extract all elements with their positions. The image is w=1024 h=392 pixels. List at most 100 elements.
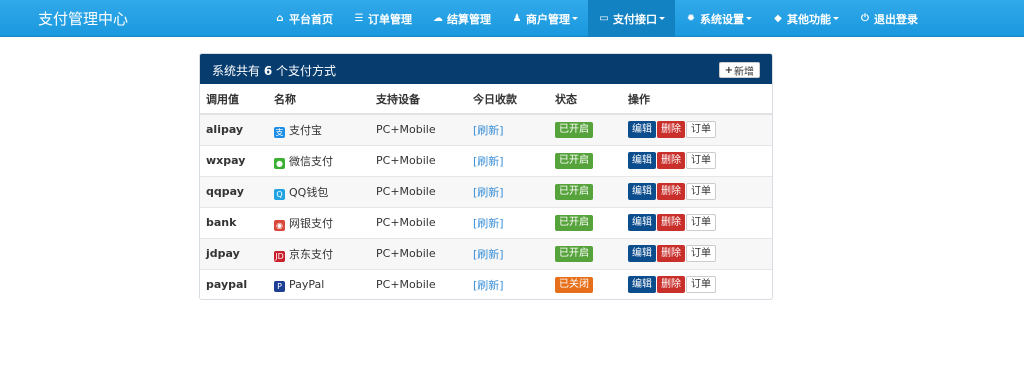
delete-button[interactable]: 删除 [657,121,685,139]
orders-button[interactable]: 订单 [686,276,716,294]
cloud-icon: ☁ [433,13,443,24]
status-cell: 已开启 [549,237,622,269]
actions-cell: 编辑 删除 订单 [622,268,772,299]
method-code: qqpay [200,175,268,207]
delete-button[interactable]: 删除 [657,245,685,262]
nav-item-5[interactable]: ✹ 系统设置 [675,0,762,37]
refresh-income-link[interactable]: [刷新] [473,124,504,137]
edit-button[interactable]: 编辑 [628,276,656,294]
nav-item-4[interactable]: ▭ 支付接口 [588,0,675,37]
edit-button[interactable]: 编辑 [628,152,656,169]
method-name: 支付宝 [289,123,322,137]
delete-button[interactable]: 删除 [657,152,685,169]
status-badge[interactable]: 已开启 [555,245,593,262]
panel-header: 系统共有 6 个支付方式 + 新增 [200,54,772,84]
method-name-cell: 支支付宝 [268,113,370,145]
add-payment-method-button[interactable]: + 新增 [718,62,760,78]
status-badge[interactable]: 已开启 [555,152,593,169]
gear-icon: ✹ [686,13,696,24]
method-name-cell: ● 微信支付 [268,144,370,176]
supported-devices: PC+Mobile [370,113,467,145]
status-cell: 已开启 [549,206,622,238]
main-nav: ⌂ 平台首页 ☰ 订单管理 ☁ 结算管理 ♟ 商户管理 ▭ 支付接口 ✹ 系统设置 ◆ 其他功能 ⏻ 退出登录 [264,0,928,37]
edit-button[interactable]: 编辑 [628,245,656,262]
edit-button[interactable]: 编辑 [628,214,656,231]
orders-button[interactable]: 订单 [686,245,716,262]
status-cell: 已开启 [549,144,622,176]
method-name-cell: ◉ 网银支付 [268,206,370,238]
column-header-code: 调用值 [200,84,268,115]
status-badge[interactable]: 已开启 [555,183,593,200]
app-title[interactable]: 支付管理中心 [38,8,128,29]
refresh-income-link[interactable]: [刷新] [473,248,504,261]
table-row: bank ◉ 网银支付 PC+Mobile [刷新] 已开启 编辑 删除 订单 [200,206,772,238]
refresh-income-link[interactable]: [刷新] [473,279,504,292]
nav-item-6[interactable]: ◆ 其他功能 [762,0,849,37]
caret-down-icon [833,17,839,20]
power-icon: ⏻ [861,13,869,24]
orders-button[interactable]: 订单 [686,121,716,139]
edit-button[interactable]: 编辑 [628,183,656,200]
refresh-income-link[interactable]: [刷新] [473,217,504,230]
income-cell: [刷新] [467,113,549,145]
supported-devices: PC+Mobile [370,175,467,207]
supported-devices: PC+Mobile [370,237,467,269]
alipay-icon: 支 [274,126,285,138]
actions-cell: 编辑 删除 订单 [622,237,772,269]
status-cell: 已关闭 [549,268,622,299]
supported-devices: PC+Mobile [370,206,467,238]
method-code: jdpay [200,237,268,269]
table-row: paypal P PayPal PC+Mobile [刷新] 已关闭 编辑 删除 订单 [200,268,772,299]
income-cell: [刷新] [467,206,549,238]
delete-button[interactable]: 删除 [657,183,685,200]
nav-item-label: 订单管理 [368,12,412,26]
supported-devices: PC+Mobile [370,144,467,176]
column-header-status: 状态 [549,84,622,115]
table-row: alipay 支支付宝 PC+Mobile [刷新] 已开启 编辑 删除 订单 [200,113,772,145]
status-badge[interactable]: 已开启 [555,214,593,231]
table-body: alipay 支支付宝 PC+Mobile [刷新] 已开启 编辑 删除 订单 wxpay ● 微信… [200,113,772,299]
income-cell: [刷新] [467,268,549,299]
method-name: QQ钱包 [289,185,329,199]
nav-item-label: 系统设置 [700,12,744,26]
refresh-income-link[interactable]: [刷新] [473,155,504,168]
orders-button[interactable]: 订单 [686,152,716,169]
method-name-cell: JD 京东支付 [268,237,370,269]
nav-item-0[interactable]: ⌂ 平台首页 [264,0,343,37]
column-header-income: 今日收款 [467,84,549,115]
nav-item-label: 结算管理 [447,12,491,26]
income-cell: [刷新] [467,237,549,269]
status-cell: 已开启 [549,113,622,145]
refresh-income-link[interactable]: [刷新] [473,186,504,199]
actions-cell: 编辑 删除 订单 [622,144,772,176]
delete-button[interactable]: 删除 [657,276,685,294]
jd-icon: JD [274,250,285,262]
status-badge[interactable]: 已关闭 [555,276,593,293]
payment-methods-panel: 系统共有 6 个支付方式 + 新增 调用值 名称 支持设备 今日收款 状态 操作… [199,53,773,300]
edit-button[interactable]: 编辑 [628,121,656,139]
table-header-row: 调用值 名称 支持设备 今日收款 状态 操作 [200,84,772,115]
nav-item-7[interactable]: ⏻ 退出登录 [849,0,928,37]
orders-button[interactable]: 订单 [686,183,716,200]
panel-title-suffix: 个支付方式 [276,64,337,78]
nav-item-label: 其他功能 [787,12,831,26]
bank-icon: ◉ [274,219,285,231]
column-header-device: 支持设备 [370,84,467,115]
table-row: wxpay ● 微信支付 PC+Mobile [刷新] 已开启 编辑 删除 订单 [200,144,772,176]
orders-button[interactable]: 订单 [686,214,716,231]
nav-item-1[interactable]: ☰ 订单管理 [343,0,422,37]
credit-card-icon: ▭ [599,13,609,24]
delete-button[interactable]: 删除 [657,214,685,231]
method-code: bank [200,206,268,238]
method-code: wxpay [200,144,268,176]
method-name: PayPal [289,277,325,291]
nav-item-label: 平台首页 [289,12,333,26]
method-name: 微信支付 [289,154,333,168]
actions-cell: 编辑 删除 订单 [622,206,772,238]
nav-item-3[interactable]: ♟ 商户管理 [501,0,588,37]
method-code: paypal [200,268,268,299]
nav-item-2[interactable]: ☁ 结算管理 [422,0,501,37]
status-badge[interactable]: 已开启 [555,121,593,138]
method-name: 网银支付 [289,216,333,230]
method-name-cell: Q QQ钱包 [268,175,370,207]
